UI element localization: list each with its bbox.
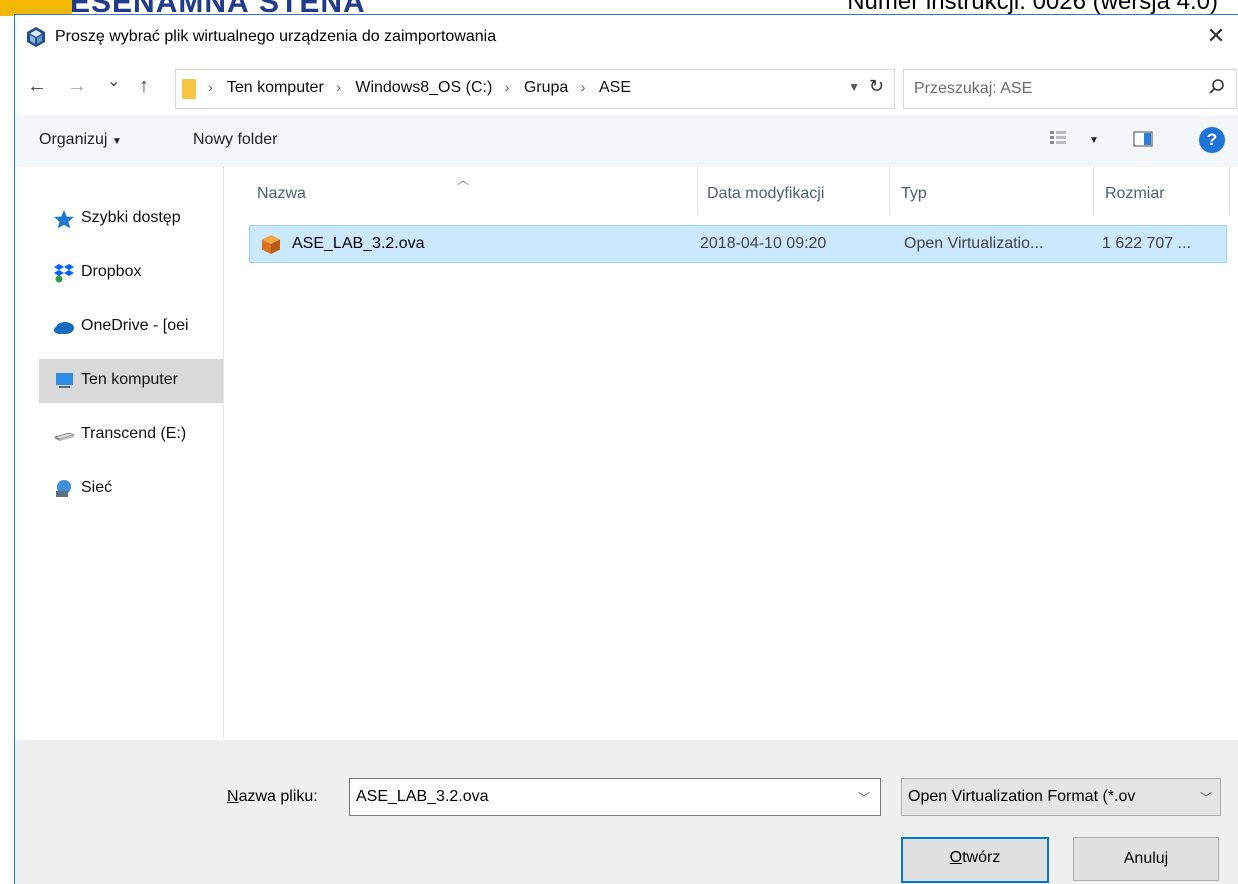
new-folder-button[interactable]: Nowy folder xyxy=(193,131,277,149)
column-header-label: Rozmiar xyxy=(1105,185,1165,202)
address-bar[interactable]: › Ten komputer › Windows8_OS (C:) › Grup… xyxy=(175,69,895,109)
forward-arrow-icon[interactable]: → xyxy=(67,75,87,98)
ova-file-icon xyxy=(262,235,280,254)
column-header-size[interactable]: Rozmiar xyxy=(1097,167,1227,215)
sidebar-item-label: OneDrive - [oei xyxy=(81,317,189,334)
cloud-icon xyxy=(54,322,74,334)
chevron-down-icon: ▼ xyxy=(111,136,122,147)
breadcrumb: › Ten komputer › Windows8_OS (C:) › Grup… xyxy=(206,79,637,97)
folder-icon xyxy=(182,79,196,99)
breadcrumb-separator[interactable]: › xyxy=(336,79,341,95)
title-bar: Proszę wybrać plik wirtualnego urządzeni… xyxy=(15,15,1238,59)
breadcrumb-item[interactable]: Grupa xyxy=(524,79,568,96)
drive-icon xyxy=(53,432,75,441)
open-mnemonic: O xyxy=(949,849,963,866)
filename-label-mnemonic: N xyxy=(227,788,239,805)
sidebar-item-dropbox[interactable]: Dropbox xyxy=(39,251,223,295)
column-header-type[interactable]: Typ xyxy=(893,167,1093,215)
search-icon[interactable] xyxy=(1206,76,1228,98)
view-options-icon[interactable] xyxy=(1049,129,1067,147)
column-divider[interactable] xyxy=(1093,167,1094,215)
column-header-modified[interactable]: Data modyfikacji xyxy=(699,167,889,215)
column-divider[interactable] xyxy=(889,167,890,215)
sidebar-item-label: Ten komputer xyxy=(81,371,178,388)
organize-label: Organizuj xyxy=(39,131,108,148)
column-header-name[interactable]: Nazwa xyxy=(249,167,697,215)
navigation-bar: ← → ⌄ ↑ › Ten komputer › Windows8_OS (C:… xyxy=(15,59,1238,115)
file-type-filter-select[interactable]: Open Virtualization Format (*.ov ﹀ xyxy=(901,778,1221,816)
breadcrumb-separator[interactable]: › xyxy=(505,79,510,95)
filename-input[interactable]: ASE_LAB_3.2.ova ﹀ xyxy=(349,778,881,816)
open-button[interactable]: Otwórz xyxy=(901,837,1049,883)
sidebar-item-quick-access[interactable]: Szybki dostęp xyxy=(39,197,223,241)
preview-pane-icon[interactable] xyxy=(1133,130,1153,148)
breadcrumb-separator[interactable]: › xyxy=(208,79,213,95)
file-modified: 2018-04-10 09:20 xyxy=(700,235,827,252)
computer-icon xyxy=(56,373,73,388)
dialog-title: Proszę wybrać plik wirtualnego urządzeni… xyxy=(55,28,497,45)
sidebar-item-transcend-drive[interactable]: Transcend (E:) xyxy=(39,413,223,457)
search-placeholder: Przeszukaj: ASE xyxy=(914,80,1033,97)
close-button[interactable]: ✕ xyxy=(1201,21,1231,51)
dropbox-icon xyxy=(54,264,74,283)
filename-chevron-down-icon[interactable]: ﹀ xyxy=(858,789,870,806)
command-bar: Organizuj ▼ Nowy folder ▼ ? xyxy=(15,115,1238,167)
column-divider[interactable] xyxy=(1229,167,1230,215)
breadcrumb-item[interactable]: Windows8_OS (C:) xyxy=(355,79,492,96)
file-row[interactable]: ASE_LAB_3.2.ova 2018-04-10 09:20 Open Vi… xyxy=(249,225,1227,263)
refresh-icon[interactable]: ↻ xyxy=(869,76,884,97)
cancel-button[interactable]: Anuluj xyxy=(1073,837,1219,881)
filename-value: ASE_LAB_3.2.ova xyxy=(356,788,489,805)
sidebar-item-label: Transcend (E:) xyxy=(81,425,187,442)
filter-chevron-down-icon[interactable]: ﹀ xyxy=(1200,789,1212,806)
file-open-dialog: Proszę wybrać plik wirtualnego urządzeni… xyxy=(14,14,1238,884)
up-arrow-icon[interactable]: ↑ xyxy=(139,75,149,98)
breadcrumb-item[interactable]: Ten komputer xyxy=(227,79,324,96)
file-size: 1 622 707 ... xyxy=(1102,235,1191,252)
sidebar-item-this-pc[interactable]: Ten komputer xyxy=(39,359,223,403)
help-icon[interactable]: ? xyxy=(1199,127,1225,153)
virtualbox-icon xyxy=(27,27,45,47)
filename-label-text: azwa pliku: xyxy=(238,788,318,805)
sidebar-item-label: Dropbox xyxy=(81,263,142,280)
recent-locations-chevron-icon[interactable]: ⌄ xyxy=(107,71,120,91)
breadcrumb-separator[interactable]: › xyxy=(581,79,586,95)
open-label: twórz xyxy=(962,849,1001,866)
sidebar-item-label: Sieć xyxy=(81,479,113,496)
sidebar-item-network[interactable]: Sieć xyxy=(39,467,223,511)
back-arrow-icon[interactable]: ← xyxy=(27,75,47,98)
search-input[interactable]: Przeszukaj: ASE xyxy=(903,69,1237,109)
sidebar-item-onedrive[interactable]: OneDrive - [oei xyxy=(39,305,223,349)
navigation-pane: Szybki dostęp Dropbox OneDrive - [oei Te… xyxy=(15,167,224,737)
address-dropdown-chevron-icon[interactable]: ▼ xyxy=(848,80,860,94)
dialog-footer: Nazwa pliku: ASE_LAB_3.2.ova ﹀ Open Virt… xyxy=(15,740,1238,884)
sidebar-item-label: Szybki dostęp xyxy=(81,209,181,226)
organize-menu-button[interactable]: Organizuj ▼ xyxy=(39,131,122,149)
column-header-label: Nazwa xyxy=(257,185,306,202)
column-header-label: Typ xyxy=(901,185,927,202)
star-icon xyxy=(54,210,74,229)
breadcrumb-item[interactable]: ASE xyxy=(599,79,631,96)
file-type: Open Virtualizatio... xyxy=(904,235,1044,252)
column-header-label: Data modyfikacji xyxy=(707,185,825,202)
column-divider[interactable] xyxy=(697,167,698,215)
file-type-filter-value: Open Virtualization Format (*.ov xyxy=(908,788,1136,805)
file-name: ASE_LAB_3.2.ova xyxy=(292,235,425,252)
view-chevron-down-icon[interactable]: ▼ xyxy=(1089,135,1099,146)
file-list: ︿ Nazwa Data modyfikacji Typ Rozmiar ASE… xyxy=(237,167,1238,737)
filename-label: Nazwa pliku: xyxy=(227,788,318,806)
network-icon xyxy=(56,480,71,497)
